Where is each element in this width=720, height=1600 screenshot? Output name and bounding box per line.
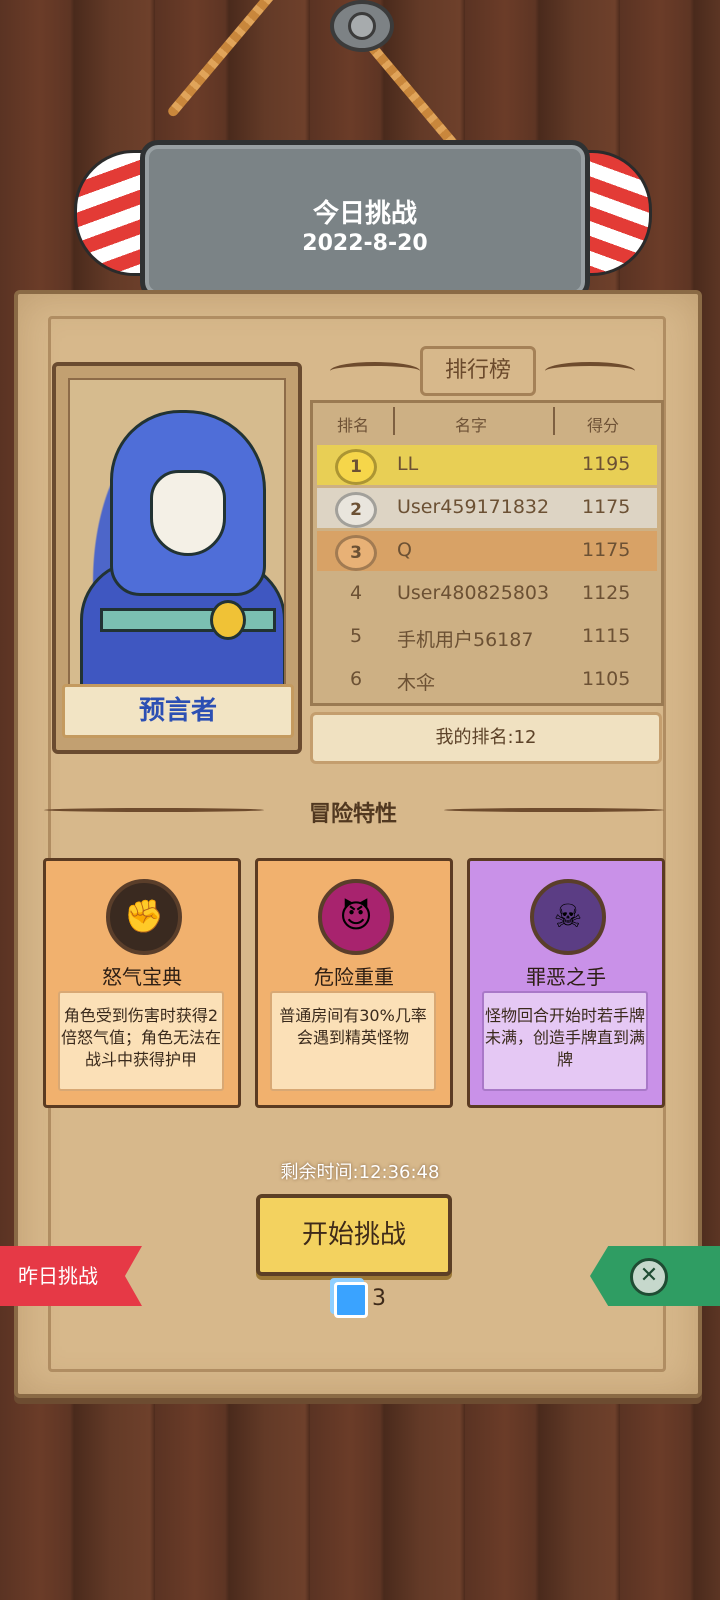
sign-rope-left (166, 0, 316, 119)
yesterday-challenge-button[interactable]: 昨日挑战 (0, 1246, 142, 1306)
close-button[interactable]: ✕ (590, 1246, 720, 1306)
skull-hand-icon: ☠ (530, 879, 606, 955)
start-challenge-button[interactable]: 开始挑战 (256, 1194, 452, 1276)
trait-name: 危险重重 (314, 965, 394, 989)
cards-icon (334, 1282, 368, 1318)
leaderboard-title: 排行榜 (420, 346, 536, 396)
traits-title: 冒险特性 (308, 802, 397, 827)
leaderboard-row: 1 LL 1195 (317, 445, 657, 485)
traits-ornament-left (44, 808, 264, 812)
demon-face-icon: 😈 (318, 879, 394, 955)
trait-name: 罪恶之手 (526, 965, 606, 989)
remaining-time: 剩余时间:12:36:48 (280, 1162, 440, 1183)
hero-name: 预言者 (62, 684, 294, 738)
leaderboard-header: 排名 名字 得分 (313, 403, 661, 441)
silver-medal-icon: 2 (335, 492, 377, 528)
trait-card-evil-hand[interactable]: ☠ 罪恶之手 怪物回合开始时若手牌未满，创造手牌直到满牌 (467, 858, 665, 1108)
trait-description: 怪物回合开始时若手牌未满，创造手牌直到满牌 (482, 991, 648, 1091)
column-score: 得分 (587, 416, 620, 435)
leaderboard-row: 3 Q 1175 (317, 531, 657, 571)
wizard-portrait-icon (68, 378, 286, 692)
column-name: 名字 (455, 416, 488, 435)
challenge-date: 2022-8-20 (302, 231, 428, 256)
nail-icon (330, 0, 394, 52)
cards-count: 3 (372, 1286, 386, 1311)
leaderboard-row: 6 木伞 1105 (349, 668, 631, 694)
bronze-medal-icon: 3 (335, 535, 377, 571)
traits-ornament-right (444, 808, 664, 812)
trait-name: 怒气宝典 (102, 965, 182, 989)
trait-description: 角色受到伤害时获得2倍怒气值；角色无法在战斗中获得护甲 (58, 991, 224, 1091)
gold-medal-icon: 1 (335, 449, 377, 485)
trait-card-danger[interactable]: 😈 危险重重 普通房间有30%几率会遇到精英怪物 (255, 858, 453, 1108)
column-rank: 排名 (337, 416, 370, 435)
fist-icon: ✊ (106, 879, 182, 955)
leaderboard-table: 排名 名字 得分 1 LL 1195 2 User459171832 1175 … (310, 400, 664, 706)
leaderboard-ornament-left (330, 362, 420, 380)
leaderboard-row: 5 手机用户56187 1115 (349, 625, 631, 651)
challenge-sign: 今日挑战 2022-8-20 (140, 140, 590, 300)
hero-card[interactable]: 预言者 (52, 362, 302, 754)
page-title: 今日挑战 (312, 199, 417, 229)
leaderboard-row: 4 User480825803 1125 (349, 582, 631, 604)
trait-card-rage[interactable]: ✊ 怒气宝典 角色受到伤害时获得2倍怒气值；角色无法在战斗中获得护甲 (43, 858, 241, 1108)
leaderboard-row: 2 User459171832 1175 (317, 488, 657, 528)
leaderboard-ornament-right (545, 362, 635, 380)
close-icon: ✕ (630, 1258, 668, 1296)
my-rank: 我的排名:12 (310, 712, 662, 764)
trait-description: 普通房间有30%几率会遇到精英怪物 (270, 991, 436, 1091)
